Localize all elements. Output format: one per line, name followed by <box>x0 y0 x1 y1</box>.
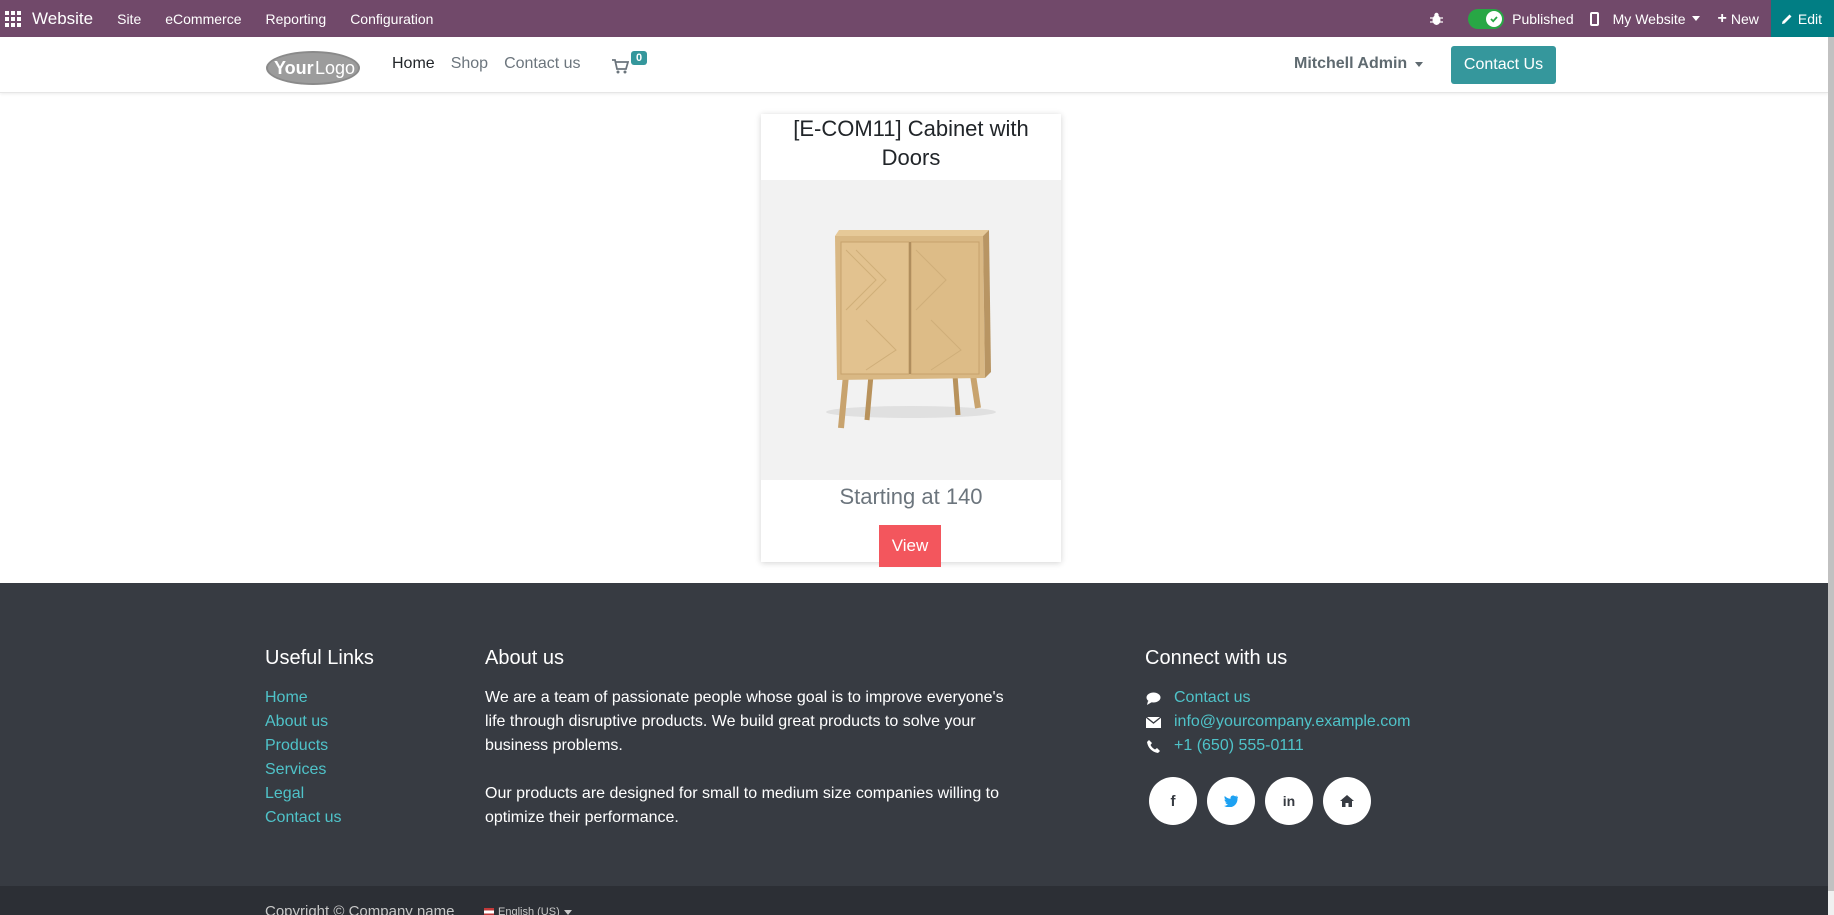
check-icon <box>1486 10 1503 27</box>
about-us-column: About us We are a team of passionate peo… <box>485 647 1005 830</box>
page-scrollbar[interactable] <box>1828 37 1834 915</box>
connect-phone-row: +1 (650) 555-0111 <box>1145 734 1411 758</box>
footer-link-about-us[interactable]: About us <box>265 710 374 734</box>
user-name: Mitchell Admin <box>1294 55 1408 72</box>
product-card: [E-COM11] Cabinet with Doors Starting at… <box>761 114 1061 567</box>
website-switcher-label: My Website <box>1612 10 1686 27</box>
published-label[interactable]: Published <box>1512 11 1574 27</box>
connect-email-link[interactable]: info@yourcompany.example.com <box>1174 713 1411 731</box>
site-logo[interactable]: Your Logo <box>265 49 361 87</box>
main-nav: Home Shop Contact us <box>392 55 581 73</box>
bug-icon[interactable] <box>1428 11 1444 27</box>
connect-column: Connect with us Contact us info@yourcomp… <box>1145 647 1411 825</box>
product-image[interactable] <box>761 180 1061 480</box>
facebook-icon[interactable]: f <box>1149 777 1197 825</box>
linkedin-icon[interactable]: in <box>1265 777 1313 825</box>
svg-text:Logo: Logo <box>315 58 355 78</box>
cart-link[interactable]: 0 <box>612 51 652 77</box>
cart-count-badge: 0 <box>631 51 648 65</box>
menu-site[interactable]: Site <box>117 11 141 27</box>
user-menu[interactable]: Mitchell Admin <box>1294 55 1424 73</box>
contact-us-button[interactable]: Contact Us <box>1451 46 1556 84</box>
nav-shop[interactable]: Shop <box>451 55 488 73</box>
publish-toggle[interactable] <box>1468 8 1505 29</box>
phone-icon <box>1145 739 1162 753</box>
app-brand[interactable]: Website <box>32 9 93 29</box>
chevron-down-icon <box>563 909 572 915</box>
connect-phone-link[interactable]: +1 (650) 555-0111 <box>1174 737 1304 755</box>
website-switcher[interactable]: My Website <box>1613 11 1700 27</box>
footer-link-home[interactable]: Home <box>265 686 374 710</box>
plus-icon: + <box>1717 9 1727 27</box>
nav-home[interactable]: Home <box>392 55 435 73</box>
cart-icon <box>612 59 629 74</box>
edit-label: Edit <box>1797 10 1822 27</box>
chevron-down-icon <box>1415 61 1424 67</box>
new-label: New <box>1730 10 1759 27</box>
connect-title: Connect with us <box>1145 647 1288 669</box>
copyright-bar: Copyright © Company name English (US) <box>0 886 1828 915</box>
menu-reporting[interactable]: Reporting <box>265 11 326 27</box>
twitter-icon[interactable] <box>1207 777 1255 825</box>
about-us-title: About us <box>485 647 564 669</box>
apps-menu-icon[interactable] <box>0 0 26 37</box>
home-icon[interactable] <box>1323 777 1371 825</box>
language-selector[interactable]: English (US) <box>484 906 572 915</box>
us-flag-icon <box>484 908 494 915</box>
site-header: Your Logo Home Shop Contact us 0 Mitchel… <box>0 37 1828 93</box>
site-footer: Useful Links Home About us Products Serv… <box>0 583 1828 886</box>
about-us-paragraph-2: Our products are designed for small to m… <box>485 785 1000 826</box>
new-button[interactable]: + New <box>1717 9 1759 27</box>
admin-topbar: Website Site eCommerce Reporting Configu… <box>0 0 1834 37</box>
envelope-icon <box>1145 716 1162 728</box>
svg-text:Your: Your <box>274 58 314 78</box>
edit-button[interactable]: Edit <box>1770 0 1834 37</box>
footer-link-legal[interactable]: Legal <box>265 782 374 806</box>
product-price: Starting at 140 <box>839 484 983 509</box>
social-links: f in <box>1149 777 1411 825</box>
pencil-icon <box>1781 14 1792 24</box>
connect-contact-row: Contact us <box>1145 686 1411 710</box>
product-title[interactable]: [E-COM11] Cabinet with Doors <box>761 114 1061 172</box>
view-button[interactable]: View <box>879 525 941 567</box>
mobile-preview-icon[interactable] <box>1589 11 1599 26</box>
menu-ecommerce[interactable]: eCommerce <box>165 11 241 27</box>
about-us-paragraph-1: We are a team of passionate people whose… <box>485 689 1004 754</box>
menu-configuration[interactable]: Configuration <box>350 11 433 27</box>
chevron-down-icon <box>1691 16 1700 21</box>
footer-link-services[interactable]: Services <box>265 758 374 782</box>
connect-email-row: info@yourcompany.example.com <box>1145 710 1411 734</box>
useful-links-column: Useful Links Home About us Products Serv… <box>265 647 374 830</box>
connect-contact-link[interactable]: Contact us <box>1174 689 1250 707</box>
copyright-text: Copyright © Company name <box>265 903 455 915</box>
language-label: English (US) <box>498 906 560 915</box>
footer-link-contact-us[interactable]: Contact us <box>265 806 374 830</box>
scrollbar-thumb[interactable] <box>1828 37 1834 891</box>
useful-links-title: Useful Links <box>265 647 374 669</box>
nav-contact-us[interactable]: Contact us <box>504 55 580 73</box>
footer-link-products[interactable]: Products <box>265 734 374 758</box>
comment-icon <box>1145 692 1162 705</box>
